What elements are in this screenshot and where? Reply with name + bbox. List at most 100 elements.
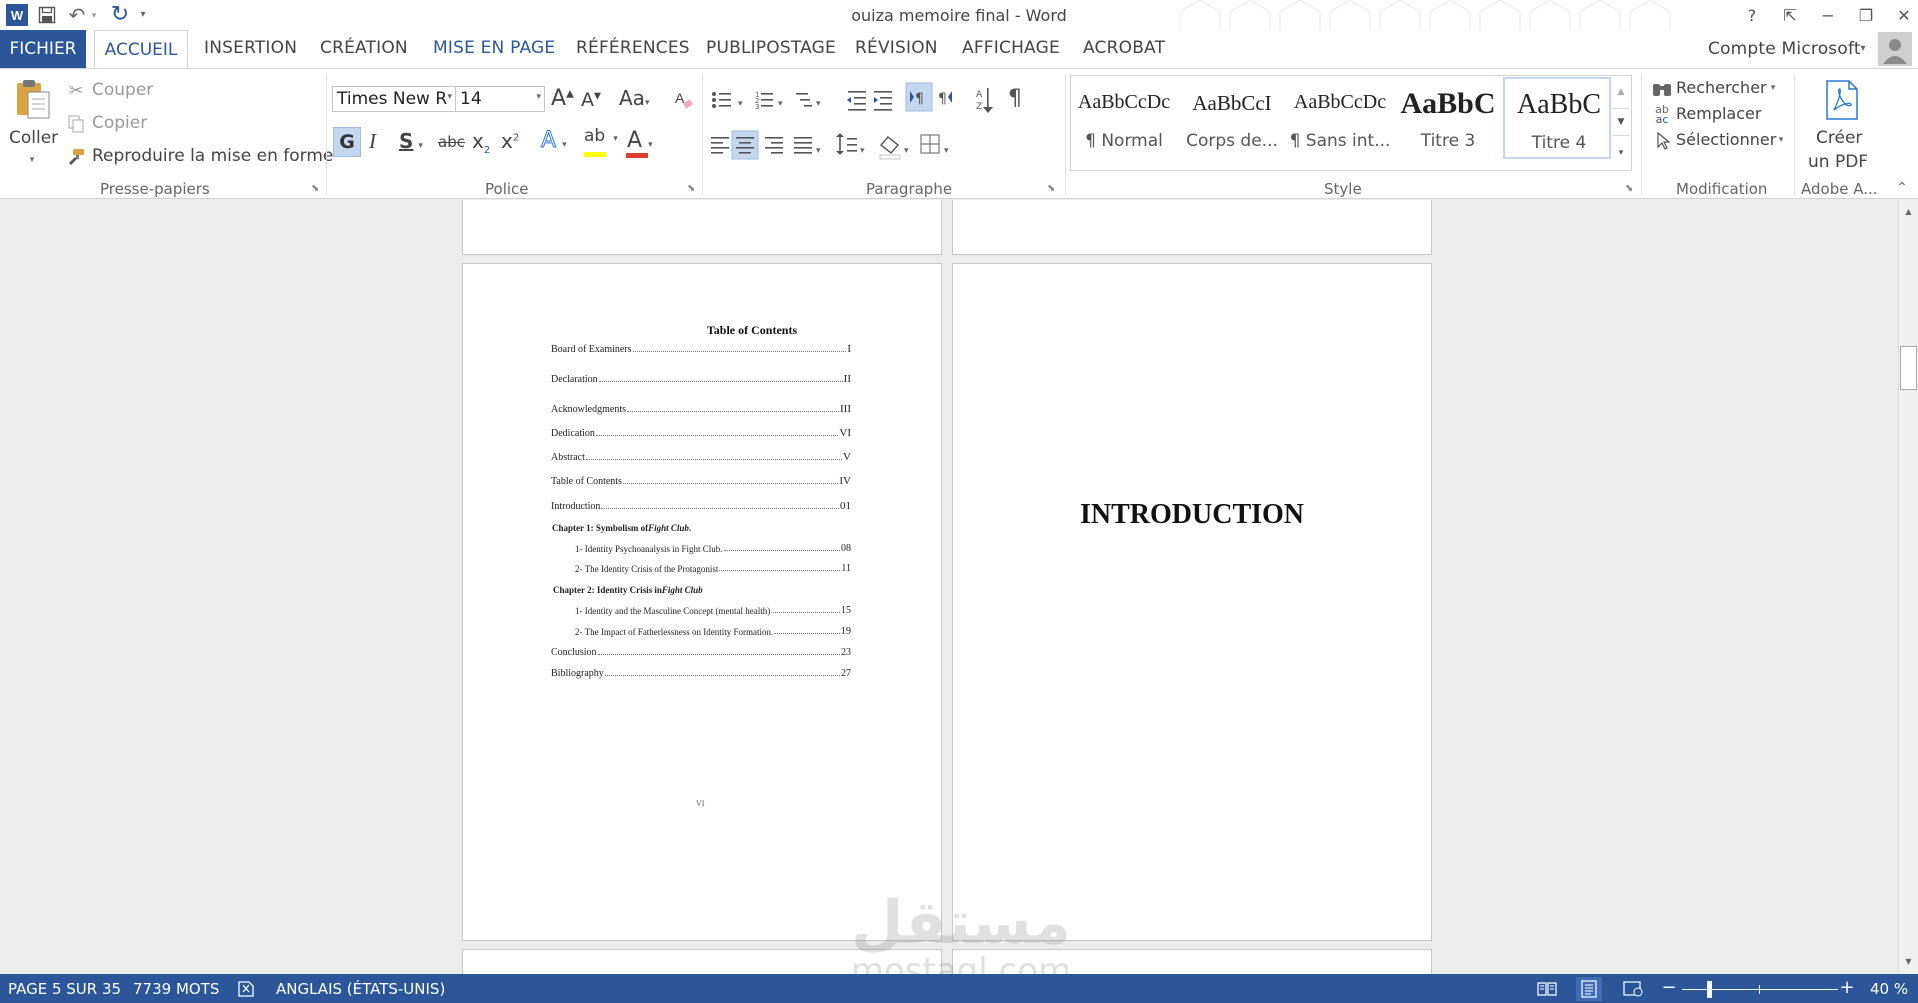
toc-entry[interactable]: Dedication VI — [551, 427, 851, 439]
zoom-in-icon[interactable]: + — [1839, 978, 1855, 998]
toc-chapter-2[interactable]: Chapter 2: Identity Crisis in Fight Club — [553, 585, 703, 595]
sort-icon[interactable]: AZ — [976, 88, 993, 113]
toc-entry[interactable]: Abstract V — [551, 451, 851, 463]
show-marks-icon[interactable]: ¶ — [1008, 86, 1022, 111]
subscript-button[interactable]: x2 — [472, 131, 490, 156]
zoom-level[interactable]: 40 % — [1870, 980, 1908, 998]
select-button[interactable]: Sélectionner — [1676, 130, 1776, 149]
language-indicator[interactable]: ANGLAIS (ÉTATS-UNIS) — [276, 980, 445, 998]
tab-acrobat[interactable]: ACROBAT — [1083, 38, 1165, 58]
replace-icon[interactable]: ab ac — [1651, 104, 1673, 126]
account-dropdown-icon[interactable]: ▾ — [1858, 42, 1868, 56]
toc-entry[interactable]: 2- The Identity Crisis of the Protagonis… — [575, 563, 851, 574]
page-introduction[interactable]: INTRODUCTION — [952, 263, 1432, 941]
superscript-button[interactable]: x2 — [501, 131, 519, 151]
toc-entry[interactable]: Introduction 01 — [551, 500, 851, 512]
styles-launcher-icon[interactable]: ⬊ — [1625, 183, 1633, 194]
paste-icon[interactable] — [12, 77, 54, 121]
create-pdf-label-2[interactable]: un PDF — [1808, 152, 1868, 172]
clear-formatting-icon[interactable]: A — [672, 88, 696, 112]
strikethrough-button[interactable]: abc — [438, 135, 465, 150]
style-titre-4[interactable]: AaBbC Titre 4 — [1503, 77, 1611, 159]
replace-button[interactable]: Remplacer — [1676, 104, 1761, 123]
tab-file[interactable]: FICHIER — [0, 30, 86, 68]
tab-insertion[interactable]: INSERTION — [204, 38, 297, 58]
print-layout-icon[interactable] — [1576, 977, 1602, 1001]
tab-references[interactable]: RÉFÉRENCES — [576, 38, 690, 58]
select-dropdown-icon[interactable]: ▾ — [1776, 135, 1786, 145]
web-layout-icon[interactable] — [1622, 979, 1644, 999]
zoom-out-icon[interactable]: − — [1661, 978, 1677, 998]
tab-home[interactable]: ACCUEIL — [94, 30, 188, 69]
tab-revision[interactable]: RÉVISION — [855, 38, 938, 58]
close-button[interactable]: ✕ — [1889, 3, 1918, 27]
collapse-ribbon-icon[interactable]: ⌃ — [1893, 179, 1911, 197]
toc-entry[interactable]: 1- Identity and the Masculine Concept (m… — [575, 605, 851, 616]
highlight-button[interactable]: ab ▾ — [584, 128, 618, 145]
toc-entry[interactable]: 2- The Impact of Fatherlessness on Ident… — [575, 626, 851, 637]
create-pdf-label-1[interactable]: Créer — [1816, 128, 1862, 148]
zoom-slider-thumb[interactable] — [1707, 981, 1712, 998]
rtl-direction-icon[interactable]: ¶ — [938, 91, 952, 107]
styles-scroll-up-icon[interactable]: ▲ — [1612, 78, 1630, 106]
account-name[interactable]: Compte Microsoft — [1708, 39, 1861, 59]
tab-mise-en-page[interactable]: MISE EN PAGE — [433, 38, 555, 58]
help-button[interactable]: ? — [1737, 3, 1767, 27]
copy-button[interactable]: Copier — [92, 113, 147, 133]
read-mode-icon[interactable] — [1536, 979, 1558, 999]
clipboard-launcher-icon[interactable]: ⬊ — [311, 183, 319, 194]
page-table-of-contents[interactable]: Table of Contents Board of Examiners I De… — [462, 263, 942, 941]
shrink-font-button[interactable]: A▼ — [581, 91, 601, 110]
styles-more-icon[interactable]: ▾ — [1612, 138, 1630, 168]
line-spacing-icon[interactable]: ▾ — [836, 133, 865, 156]
italic-button[interactable]: I — [369, 131, 376, 152]
page-count[interactable]: PAGE 5 SUR 35 — [8, 980, 121, 998]
toc-entry[interactable]: Declaration II — [551, 373, 851, 385]
justify-icon[interactable]: ▾ — [794, 137, 821, 156]
tab-affichage[interactable]: AFFICHAGE — [962, 38, 1060, 58]
tab-publipostage[interactable]: PUBLIPOSTAGE — [706, 38, 836, 58]
numbering-icon[interactable]: 123 ▾ — [755, 91, 783, 111]
font-size-dropdown[interactable]: 14 ▾ — [455, 86, 545, 112]
format-painter-icon[interactable] — [66, 147, 86, 167]
create-pdf-icon[interactable] — [1822, 79, 1862, 121]
toc-entry[interactable]: Table of Contents IV — [551, 475, 851, 487]
font-name-dropdown[interactable]: Times New R ▾ — [332, 86, 456, 112]
tab-creation[interactable]: CRÉATION — [320, 38, 408, 58]
cut-button[interactable]: Couper — [92, 80, 153, 100]
ribbon-display-button[interactable]: ⇱ — [1775, 3, 1805, 27]
minimize-button[interactable]: − — [1813, 3, 1843, 27]
paste-button[interactable]: Coller — [9, 128, 58, 148]
styles-scroll-down-icon[interactable]: ▼ — [1612, 108, 1630, 136]
format-painter-button[interactable]: Reproduire la mise en forme — [92, 146, 333, 166]
scroll-down-icon[interactable]: ▼ — [1899, 952, 1918, 972]
restore-button[interactable]: ❐ — [1851, 3, 1881, 27]
bullets-icon[interactable]: ▾ — [712, 92, 743, 109]
style-normal[interactable]: AaBbCcDc ¶ Normal — [1070, 77, 1178, 159]
find-icon[interactable] — [1651, 78, 1673, 100]
select-icon[interactable] — [1653, 130, 1673, 152]
align-right-icon[interactable] — [765, 137, 783, 154]
find-button[interactable]: Rechercher — [1676, 78, 1767, 97]
copy-icon[interactable] — [66, 114, 86, 134]
document-area[interactable]: Table of Contents Board of Examiners I De… — [0, 200, 1898, 974]
toc-entry[interactable]: Bibliography 27 — [551, 668, 851, 679]
toc-entry[interactable]: Conclusion 23 — [551, 647, 851, 658]
shading-icon[interactable]: ▾ — [879, 136, 909, 160]
style-titre-3[interactable]: AaBbC Titre 3 — [1394, 77, 1502, 159]
paste-dropdown-icon[interactable]: ▾ — [27, 155, 37, 165]
avatar[interactable] — [1878, 32, 1912, 66]
find-dropdown-icon[interactable]: ▾ — [1768, 83, 1778, 93]
decrease-indent-icon[interactable] — [847, 91, 866, 111]
change-case-button[interactable]: Aa▾ — [619, 88, 649, 108]
vertical-scrollbar[interactable]: ▲ ▼ — [1898, 200, 1918, 974]
paragraph-launcher-icon[interactable]: ⬊ — [1047, 183, 1055, 194]
style-sans-interligne[interactable]: AaBbCcDc ¶ Sans int... — [1286, 77, 1394, 159]
zoom-slider-track[interactable] — [1682, 989, 1838, 990]
grow-font-button[interactable]: A▲ — [551, 88, 574, 110]
font-color-button[interactable]: A ▾ — [627, 130, 653, 152]
multilevel-list-icon[interactable]: ▾ — [796, 93, 821, 109]
underline-button[interactable]: S ▾ — [399, 131, 423, 151]
text-effects-button[interactable]: A ▾ — [540, 129, 566, 152]
cut-icon[interactable]: ✂ — [66, 81, 86, 101]
